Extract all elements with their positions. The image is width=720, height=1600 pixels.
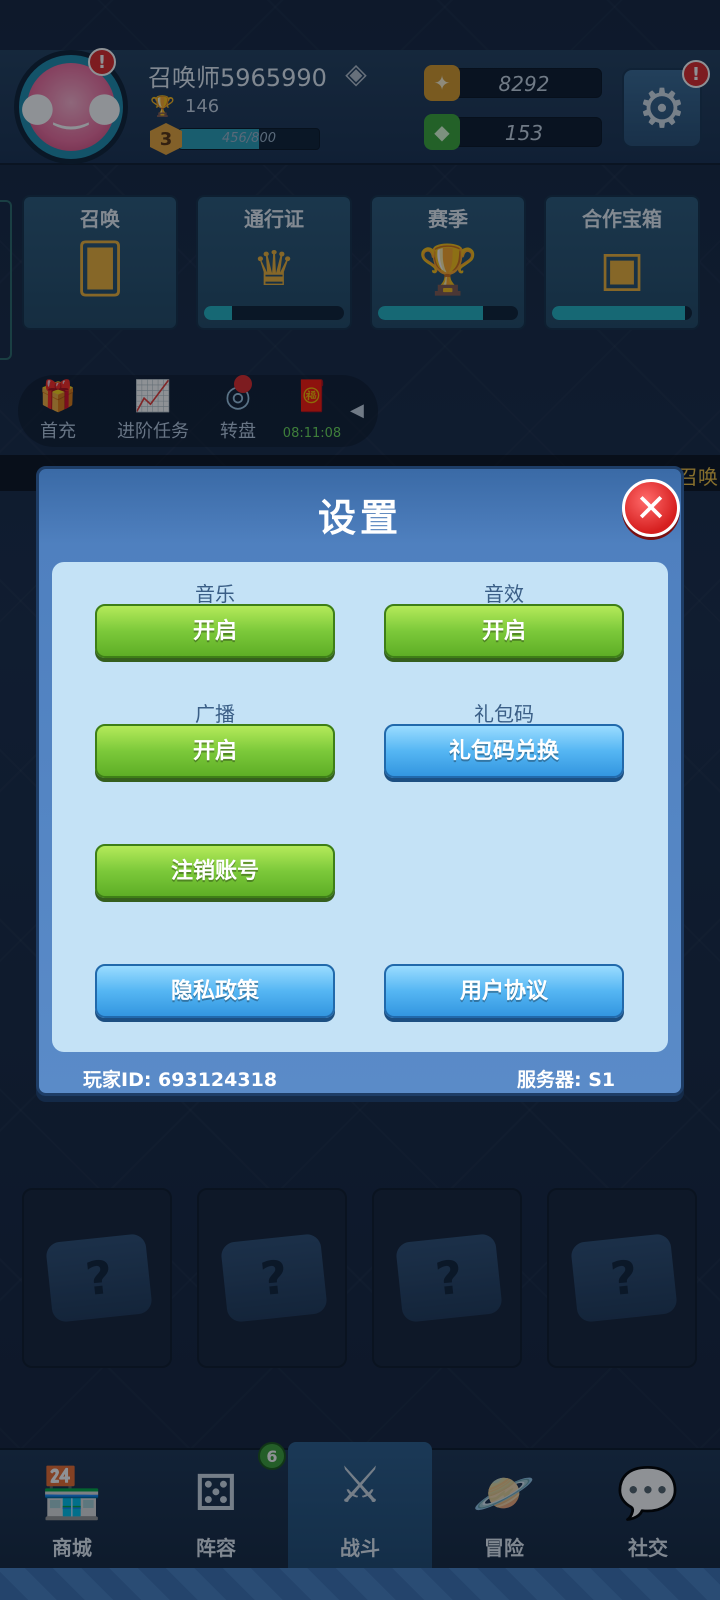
close-icon: ✕ [635, 486, 667, 530]
music-label: 音乐 [195, 582, 235, 606]
dialog-title: 设置 [317, 496, 402, 540]
privacy-policy-button[interactable]: 隐私政策 [95, 964, 335, 1018]
server-info: 服务器: S1 [517, 1069, 616, 1091]
logout-account-button[interactable]: 注销账号 [95, 844, 335, 898]
settings-dialog: 设置 ✕ 音乐 开启 音效 开启 广播 开启 礼包码 礼包码兑换 注销账号 隐私… [36, 466, 684, 1096]
player-id: 玩家ID: 693124318 [83, 1069, 278, 1091]
giftcode-label: 礼包码 [474, 702, 534, 726]
music-toggle-button[interactable]: 开启 [95, 604, 335, 658]
sfx-label: 音效 [484, 582, 524, 606]
broadcast-label: 广播 [195, 702, 235, 726]
giftcode-redeem-button[interactable]: 礼包码兑换 [384, 724, 624, 778]
close-button[interactable]: ✕ [622, 479, 680, 537]
settings-panel: 音乐 开启 音效 开启 广播 开启 礼包码 礼包码兑换 注销账号 隐私政策 用户… [52, 562, 668, 1052]
broadcast-toggle-button[interactable]: 开启 [95, 724, 335, 778]
sfx-toggle-button[interactable]: 开启 [384, 604, 624, 658]
user-agreement-button[interactable]: 用户协议 [384, 964, 624, 1018]
